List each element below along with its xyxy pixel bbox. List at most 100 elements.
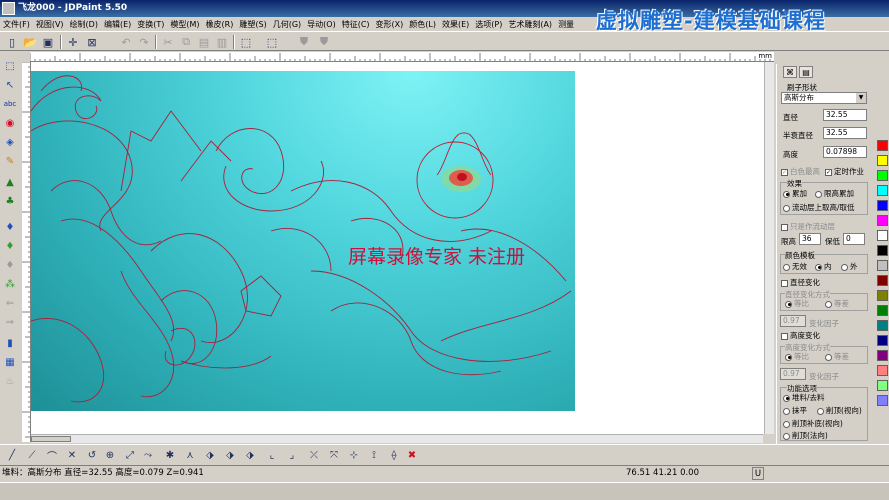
palette-swatch[interactable] — [877, 335, 888, 346]
palette-swatch[interactable] — [877, 350, 888, 361]
brush-shape-select[interactable]: 高斯分布 ▼ — [781, 92, 867, 104]
text-tool-icon[interactable]: abc — [2, 96, 18, 112]
fn-cut-fill-radio[interactable]: 削顶补底(视向) — [783, 418, 843, 429]
unit-button[interactable]: U — [752, 467, 764, 480]
curve-tool-icon[interactable]: ↺ — [84, 447, 100, 463]
menu-file[interactable]: 文件(F) — [0, 19, 33, 30]
panel-tab-brush[interactable]: ⌘ — [783, 66, 797, 78]
fn-pile-radio[interactable]: 堆料/去料 — [783, 392, 825, 403]
palette-swatch[interactable] — [877, 140, 888, 151]
diameter-factor-field[interactable]: 0.97 — [780, 315, 806, 327]
horizontal-scroll-thumb[interactable] — [31, 436, 71, 442]
palette-swatch[interactable] — [877, 260, 888, 271]
render-icon[interactable]: ⛊ — [316, 34, 332, 50]
point-tool-icon[interactable]: ✱ — [162, 447, 178, 463]
new-file-icon[interactable]: ▯ — [4, 34, 20, 50]
fn-cut-view-radio[interactable]: 削顶(视向) — [817, 405, 862, 416]
color-none-radio[interactable]: 无效 — [783, 261, 807, 272]
node-a-icon[interactable]: ⬗ — [202, 447, 218, 463]
menu-deform[interactable]: 变形(X) — [373, 19, 407, 30]
paste-icon[interactable]: ▤ — [196, 34, 212, 50]
menu-geometry[interactable]: 几何(G) — [270, 19, 304, 30]
effect-superpose-radio[interactable]: 累加 — [783, 188, 807, 199]
open-folder-icon[interactable]: 📂 — [22, 34, 38, 50]
menu-color[interactable]: 颜色(L) — [406, 19, 439, 30]
delete-icon[interactable]: ▥ — [214, 34, 230, 50]
sweep-icon[interactable]: ♨ — [2, 373, 18, 389]
cut-icon[interactable]: ✂ — [160, 34, 176, 50]
palette-swatch[interactable] — [877, 215, 888, 226]
split-tool-icon[interactable]: ⤫ — [306, 447, 322, 463]
effect-limit-radio[interactable]: 限高累加 — [815, 188, 854, 199]
arrow-right-icon[interactable]: ⇒ — [2, 314, 18, 330]
3d-box-icon[interactable]: ⬚ — [238, 34, 254, 50]
height-ratio-radio[interactable]: 等比 — [785, 351, 809, 362]
diameter-change-checkbox[interactable]: 直径变化 — [781, 277, 820, 288]
undo-icon[interactable]: ↶ — [118, 34, 134, 50]
view-box-icon[interactable]: ⬚ — [264, 34, 280, 50]
palette-swatch[interactable] — [877, 200, 888, 211]
select-tool-icon[interactable]: ⬚ — [2, 58, 18, 74]
menu-model[interactable]: 模型(M) — [167, 19, 202, 30]
shade-icon[interactable]: ⛊ — [296, 34, 312, 50]
menu-transform[interactable]: 变换(T) — [134, 19, 167, 30]
color-outer-radio[interactable]: 外 — [841, 261, 858, 272]
node-edit-icon[interactable]: ↖ — [2, 77, 18, 93]
menu-eraser[interactable]: 橡皮(R) — [203, 19, 237, 30]
fn-flatten-radio[interactable]: 抹平 — [783, 405, 807, 416]
palette-swatch[interactable] — [877, 170, 888, 181]
height-field[interactable]: 0.07898 — [823, 146, 867, 158]
fn-cut-normal-radio[interactable]: 削顶(法向) — [783, 430, 828, 441]
menu-effect[interactable]: 效果(E) — [439, 19, 472, 30]
menu-sweep[interactable]: 导动(O) — [304, 19, 339, 30]
timed-op-checkbox[interactable]: ✓ 定时作业 — [825, 166, 864, 177]
menu-art-carving[interactable]: 艺术雕刻(A) — [505, 19, 555, 30]
fillet-tool-icon[interactable]: ⌞ — [264, 447, 280, 463]
menu-measure[interactable]: 测量 — [555, 19, 577, 30]
drawing-canvas[interactable]: 屏幕录像专家 未注册 — [31, 62, 774, 434]
limit-height-field[interactable]: 36 — [799, 233, 821, 245]
diameter-field[interactable]: 32.55 — [823, 109, 867, 121]
diameter-diff-radio[interactable]: 等差 — [825, 298, 849, 309]
color-inner-radio[interactable]: 内 — [815, 261, 832, 272]
menu-options[interactable]: 选项(P) — [472, 19, 505, 30]
palette-swatch[interactable] — [877, 185, 888, 196]
node-c-icon[interactable]: ⬗ — [242, 447, 258, 463]
menu-feature[interactable]: 特征(C) — [339, 19, 373, 30]
pin-multi-icon[interactable]: ⁂ — [2, 276, 18, 292]
horizontal-scrollbar[interactable] — [31, 434, 763, 443]
palette-swatch[interactable] — [877, 320, 888, 331]
half-decay-field[interactable]: 32.55 — [823, 127, 867, 139]
redo-icon[interactable]: ↷ — [136, 34, 152, 50]
flow-only-checkbox[interactable]: 只是作流动层 — [781, 221, 835, 232]
delete-x-icon[interactable]: ✖ — [404, 447, 420, 463]
grid-icon[interactable]: ▦ — [2, 354, 18, 370]
diameter-ratio-radio[interactable]: 等比 — [785, 298, 809, 309]
pin-gray-icon[interactable]: ♦ — [2, 257, 18, 273]
copy-icon[interactable]: ⧉ — [178, 34, 194, 50]
select-box-icon[interactable]: ⊠ — [84, 34, 100, 50]
panel-tab-doc[interactable]: ▤ — [799, 66, 813, 78]
circle-tool-icon[interactable]: ◉ — [2, 115, 18, 131]
break-tool-icon[interactable]: ⤧ — [326, 447, 342, 463]
measure-tool-icon[interactable]: ⟟ — [366, 447, 382, 463]
height-factor-field[interactable]: 0.97 — [780, 368, 806, 380]
palette-swatch[interactable] — [877, 290, 888, 301]
arrow-left-icon[interactable]: ⇐ — [2, 295, 18, 311]
palette-swatch[interactable] — [877, 275, 888, 286]
pin-blue-icon[interactable]: ♦ — [2, 219, 18, 235]
brush-tool-icon[interactable]: ✎ — [2, 153, 18, 169]
trim-tool-icon[interactable]: ✕ — [64, 447, 80, 463]
palette-swatch[interactable] — [877, 380, 888, 391]
corner-tool-icon[interactable]: ⋏ — [182, 447, 198, 463]
effect-flow-radio[interactable]: 流动层上取高/取低 — [783, 202, 855, 213]
diamond-tool-icon[interactable]: ◈ — [2, 134, 18, 150]
menu-edit[interactable]: 编辑(E) — [101, 19, 134, 30]
node-b-icon[interactable]: ⬗ — [222, 447, 238, 463]
join-tool-icon[interactable]: ⤳ — [140, 447, 156, 463]
menu-view[interactable]: 视图(V) — [33, 19, 67, 30]
line-tool-icon[interactable]: ╱ — [4, 447, 20, 463]
dimension-tool-icon[interactable]: ⟠ — [386, 447, 402, 463]
circle-draw-icon[interactable]: ⊕ — [102, 447, 118, 463]
chamfer-tool-icon[interactable]: ⌟ — [284, 447, 300, 463]
